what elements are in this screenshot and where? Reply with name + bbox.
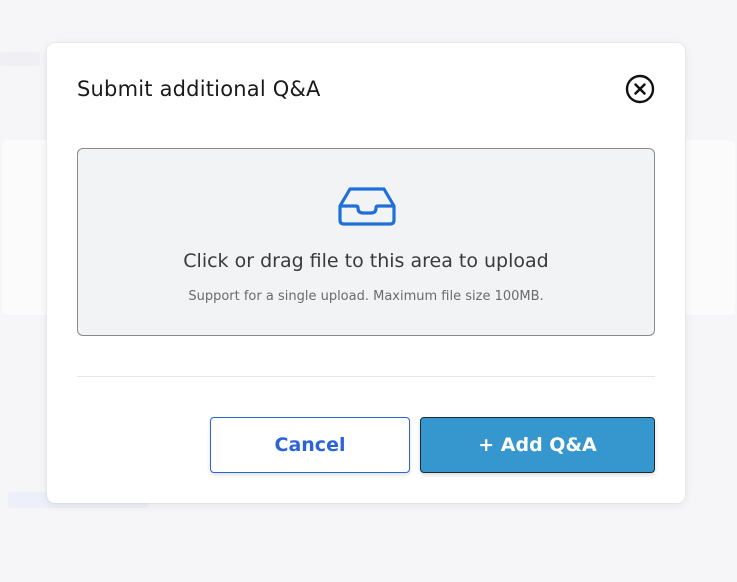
submit-qa-modal: Submit additional Q&A Click or drag file… [47,43,685,503]
add-qa-button[interactable]: + Add Q&A [420,417,655,473]
inbox-icon [338,187,396,226]
upload-hint: Support for a single upload. Maximum fil… [188,289,544,304]
cancel-button[interactable]: Cancel [210,417,410,473]
close-button[interactable] [625,74,655,104]
divider [77,376,655,377]
upload-instruction: Click or drag file to this area to uploa… [183,250,549,272]
file-upload-dropzone[interactable]: Click or drag file to this area to uploa… [77,148,655,336]
modal-title: Submit additional Q&A [77,77,321,101]
background-text [0,52,40,66]
close-circle-icon [625,74,655,104]
